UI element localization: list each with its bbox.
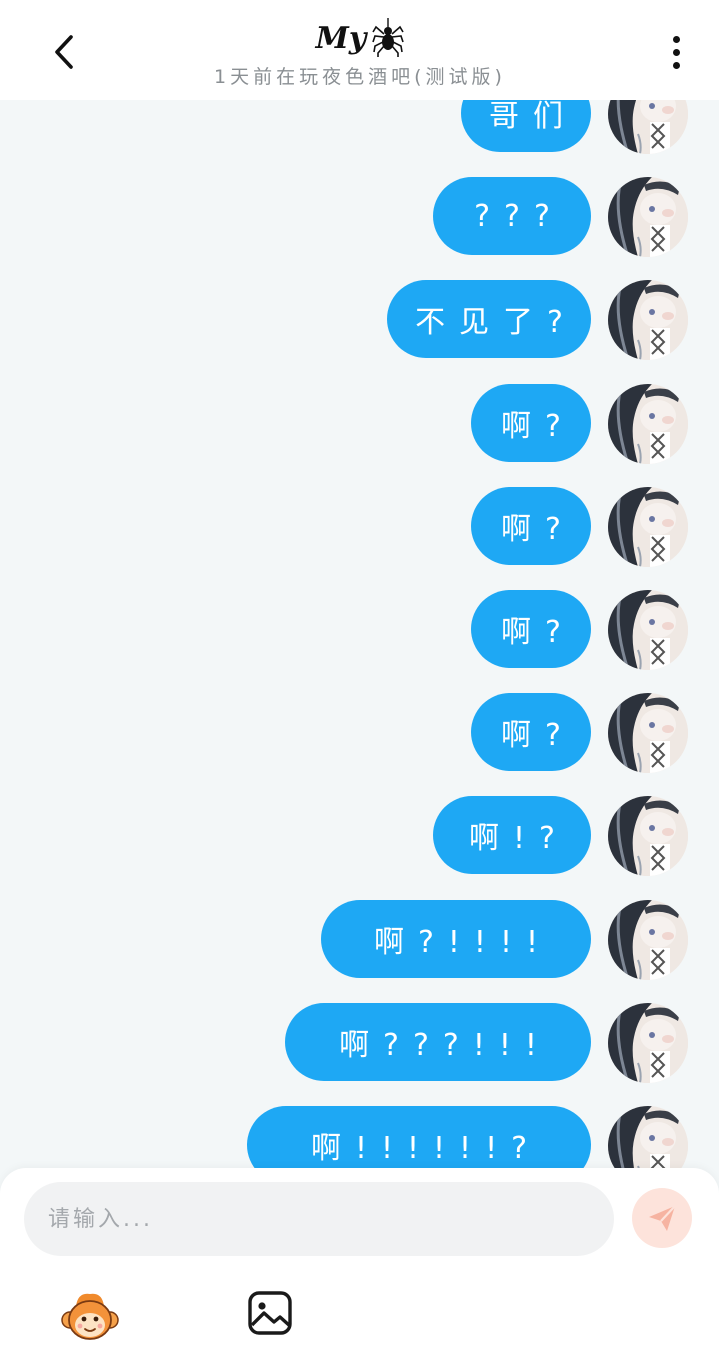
message-bubble[interactable]: 啊?	[471, 693, 591, 772]
message-row: 啊?	[0, 590, 719, 670]
user-avatar[interactable]	[608, 693, 688, 774]
user-avatar[interactable]	[608, 280, 688, 361]
title-area: My 1天前在玩夜色酒吧(测试版)	[140, 14, 580, 89]
message-row: 啊?!!!!	[0, 899, 719, 980]
monkey-sticker-icon	[61, 1293, 119, 1340]
online-status-subtitle: 1天前在玩夜色酒吧(测试版)	[214, 66, 506, 88]
message-row: 啊???!!!	[0, 1002, 719, 1083]
image-icon	[248, 1291, 292, 1335]
message-bubble[interactable]: 啊!!!!!!?	[247, 1106, 591, 1168]
user-avatar[interactable]	[608, 100, 688, 154]
message-input-box[interactable]	[24, 1182, 614, 1256]
message-input[interactable]	[46, 1205, 590, 1233]
page-title: My	[315, 20, 367, 56]
message-bubble[interactable]: 哥们	[461, 100, 591, 152]
more-vertical-icon	[672, 48, 680, 56]
message-bubble[interactable]: 啊?	[471, 383, 591, 462]
message-row: 啊!?	[0, 796, 719, 877]
avatar-image	[608, 486, 688, 567]
user-avatar[interactable]	[608, 1106, 688, 1168]
more-vertical-icon	[672, 61, 680, 69]
message-row: 啊?	[0, 693, 719, 774]
send-icon	[649, 1205, 676, 1231]
message-bubble[interactable]: 啊?!!!!	[321, 899, 591, 978]
user-avatar[interactable]	[608, 899, 688, 980]
avatar-image	[608, 177, 688, 258]
message-bubble[interactable]: 不见了?	[387, 280, 591, 359]
user-avatar[interactable]	[608, 383, 688, 464]
message-bubble[interactable]: ???	[433, 177, 591, 256]
message-bubble[interactable]: 啊?	[471, 590, 591, 668]
user-avatar[interactable]	[608, 590, 688, 670]
user-avatar[interactable]	[608, 796, 688, 877]
message-list[interactable]: 哥们??? 不见了? 啊? 啊? 啊? 啊? 啊!? 啊?!!!! 啊???!!! 啊!!!!!!…	[0, 100, 719, 1168]
message-row: 哥们	[0, 100, 719, 154]
user-avatar[interactable]	[608, 486, 688, 567]
user-avatar[interactable]	[608, 1002, 688, 1083]
message-bubble[interactable]: 啊???!!!	[285, 1002, 591, 1081]
chat-header: My 1天前在玩夜色酒吧(测试版)	[0, 0, 719, 100]
spider-icon	[372, 18, 405, 57]
chevron-left-icon	[55, 35, 73, 69]
avatar-image	[608, 100, 688, 154]
send-button[interactable]	[632, 1188, 692, 1248]
avatar-image	[608, 899, 688, 980]
avatar-image	[608, 796, 688, 877]
message-bubble[interactable]: 啊?	[471, 486, 591, 565]
avatar-image	[608, 280, 688, 361]
avatar-image	[608, 1002, 688, 1083]
message-row: 啊!!!!!!?	[0, 1106, 719, 1168]
sticker-button[interactable]	[60, 1286, 120, 1346]
avatar-image	[608, 383, 688, 464]
message-row: 啊?	[0, 486, 719, 567]
message-bubble[interactable]: 啊!?	[433, 796, 591, 875]
back-button[interactable]	[44, 30, 84, 74]
avatar-image	[608, 590, 688, 670]
avatar-image	[608, 693, 688, 774]
message-row: 不见了?	[0, 280, 719, 361]
more-options-button[interactable]	[656, 30, 696, 74]
avatar-image	[608, 1106, 688, 1168]
message-row: ???	[0, 177, 719, 258]
image-button[interactable]	[247, 1290, 293, 1336]
composer-panel	[0, 1168, 719, 1371]
user-avatar[interactable]	[608, 177, 688, 258]
more-vertical-icon	[672, 35, 680, 43]
message-row: 啊?	[0, 383, 719, 464]
